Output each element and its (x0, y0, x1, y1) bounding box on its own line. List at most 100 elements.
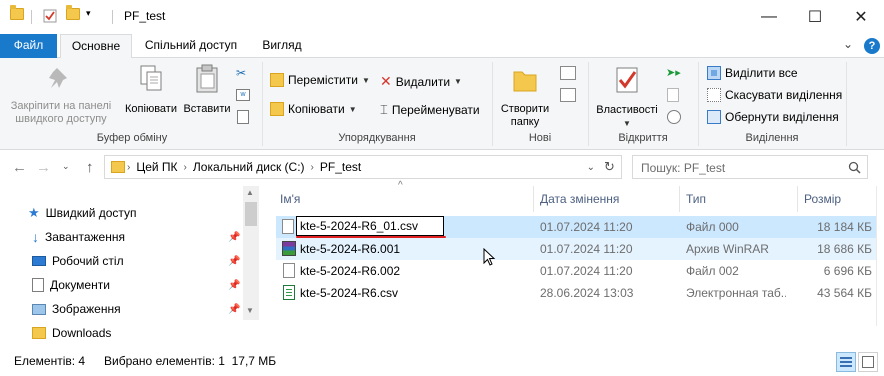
column-header-name[interactable]: Ім'я (280, 186, 300, 212)
address-bar[interactable]: › Цей ПК › Локальний диск (C:) › PF_test… (104, 155, 622, 179)
paste-shortcut-icon[interactable] (237, 110, 249, 124)
file-date: 28.06.2024 13:03 (540, 286, 634, 300)
nav-item-downloads-ua[interactable]: ↓ Завантаження (32, 226, 125, 248)
help-icon[interactable]: ? (864, 38, 880, 54)
maximize-button[interactable]: ☐ (792, 0, 838, 34)
tab-home[interactable]: Основне (60, 34, 132, 59)
nav-item-pictures[interactable]: Зображення (32, 298, 121, 320)
copy-button[interactable]: Копіювати (120, 62, 182, 116)
close-button[interactable]: ✕ (838, 0, 884, 34)
rename-input[interactable]: kte-5-2024-R6_01.csv (296, 216, 444, 236)
breadcrumb-local-disk[interactable]: Локальний диск (C:) (189, 160, 309, 174)
select-none-button[interactable]: Скасувати виділення (707, 88, 842, 102)
forward-arrow-icon[interactable]: → (36, 159, 51, 176)
select-all-button[interactable]: Виділити все (707, 66, 798, 80)
breadcrumb-chevron-icon[interactable]: › (182, 162, 189, 173)
group-label-clipboard: Буфер обміну (96, 132, 168, 144)
table-row[interactable]: kte-5-2024-R6.001 01.07.2024 11:20 Архив… (276, 238, 876, 260)
breadcrumb-chevron-icon[interactable]: › (309, 162, 316, 173)
winrar-archive-icon (282, 241, 296, 256)
large-icons-view-button[interactable] (858, 352, 878, 372)
nav-item-desktop[interactable]: Робочий стіл (32, 250, 124, 272)
rename-button[interactable]: ⌶ Перейменувати (380, 102, 480, 118)
refresh-icon[interactable]: ↻ (604, 159, 615, 175)
properties-button[interactable]: Властивості ▼ (592, 64, 662, 130)
column-header-date[interactable]: Дата змінення (540, 186, 619, 212)
tab-share[interactable]: Спільний доступ (138, 34, 244, 58)
new-folder-label: Створити папку (500, 103, 550, 128)
select-none-label: Скасувати виділення (725, 88, 843, 102)
pin-icon: 📌 (228, 232, 241, 243)
paste-button[interactable]: Вставити (180, 62, 234, 116)
selection-info: Вибрано елементів: 1 17,7 МБ (104, 354, 277, 368)
new-folder-button[interactable]: Створити папку (494, 64, 556, 129)
search-icon (848, 161, 861, 174)
search-box[interactable]: Пошук: PF_test (632, 155, 868, 179)
invert-selection-button[interactable]: Обернути виділення (707, 110, 839, 124)
window-title: PF_test (124, 9, 166, 23)
table-row[interactable]: kte-5-2024-R6.csv 28.06.2024 13:03 Элект… (276, 282, 876, 304)
new-item-icon[interactable] (560, 66, 576, 80)
spreadsheet-icon (283, 285, 295, 300)
nav-item-documents[interactable]: Документи (32, 274, 110, 296)
history-icon[interactable] (667, 110, 681, 124)
nav-item-label: Зображення (52, 302, 121, 316)
folder-icon (111, 161, 125, 173)
address-dropdown-icon[interactable]: ⌄ (587, 162, 595, 173)
file-name: kte-5-2024-R6.001 (300, 242, 401, 256)
pin-quick-access-button[interactable]: Закріпити на панелі швидкого доступу (4, 62, 118, 126)
file-size: 18 184 КБ (817, 220, 872, 234)
column-header-size[interactable]: Розмір (804, 186, 841, 212)
recent-locations-chevron-icon[interactable]: ⌄ (62, 161, 70, 172)
up-arrow-icon[interactable]: ↑ (86, 159, 94, 176)
copy-to-button[interactable]: Копіювати ▼ (270, 102, 357, 116)
select-none-icon (707, 88, 721, 102)
details-view-button[interactable] (836, 352, 856, 372)
blank-file-icon (282, 219, 294, 234)
folder-icon[interactable] (10, 5, 24, 20)
nav-pane-scroll-thumb[interactable] (245, 202, 257, 226)
pin-icon: 📌 (228, 280, 241, 291)
open-icon[interactable]: ➤▸ (666, 66, 681, 79)
minimize-button[interactable]: — (746, 0, 792, 34)
cut-icon[interactable]: ✂ (236, 66, 250, 80)
download-arrow-icon: ↓ (32, 229, 39, 245)
edit-icon (667, 88, 679, 102)
pin-icon: 📌 (228, 256, 241, 267)
nav-quick-access[interactable]: ★ Швидкий доступ (28, 202, 137, 224)
documents-icon (32, 278, 44, 292)
tab-view[interactable]: Вигляд (252, 34, 312, 58)
tab-file[interactable]: Файл (0, 34, 57, 58)
column-header-type[interactable]: Тип (686, 186, 706, 212)
large-icons-view-icon (862, 356, 874, 368)
easy-access-icon[interactable] (560, 88, 576, 102)
move-to-button[interactable]: Перемістити ▼ (270, 73, 370, 87)
item-count: Елементів: 4 (14, 354, 86, 368)
nav-item-label: Документи (50, 278, 110, 292)
nav-item-label: Робочий стіл (52, 254, 124, 268)
delete-button[interactable]: ✕ Видалити ▼ (380, 73, 462, 90)
pictures-icon (32, 303, 46, 315)
scroll-up-arrow-icon[interactable]: ▲ (246, 188, 254, 197)
new-folder-icon[interactable] (66, 5, 80, 20)
copy-to-icon (270, 102, 284, 116)
breadcrumb-chevron-icon[interactable]: › (125, 162, 132, 173)
delete-label: Видалити (395, 74, 451, 89)
paste-label: Вставити (183, 103, 231, 115)
breadcrumb-pf-test[interactable]: PF_test (316, 160, 365, 174)
table-row[interactable]: kte-5-2024-R6.002 01.07.2024 11:20 Файл … (276, 260, 876, 282)
ribbon-expand-icon[interactable]: ⌄ (843, 37, 853, 51)
nav-item-label: Завантаження (45, 230, 125, 244)
properties-check-icon[interactable] (42, 8, 58, 24)
move-to-icon (270, 73, 284, 87)
select-all-label: Виділити все (725, 66, 798, 80)
copy-icon (140, 65, 162, 91)
file-name: kte-5-2024-R6.002 (300, 264, 401, 278)
breadcrumb-this-pc[interactable]: Цей ПК (132, 160, 181, 174)
nav-item-downloads[interactable]: Downloads (32, 322, 111, 344)
pin-quick-access-label: Закріпити на панелі швидкого доступу (10, 100, 112, 125)
copy-path-icon[interactable]: w (236, 89, 250, 101)
back-arrow-icon[interactable]: ← (12, 159, 27, 176)
quick-access-customize-icon[interactable]: ▾ (86, 8, 91, 19)
scroll-down-arrow-icon[interactable]: ▼ (246, 306, 254, 315)
